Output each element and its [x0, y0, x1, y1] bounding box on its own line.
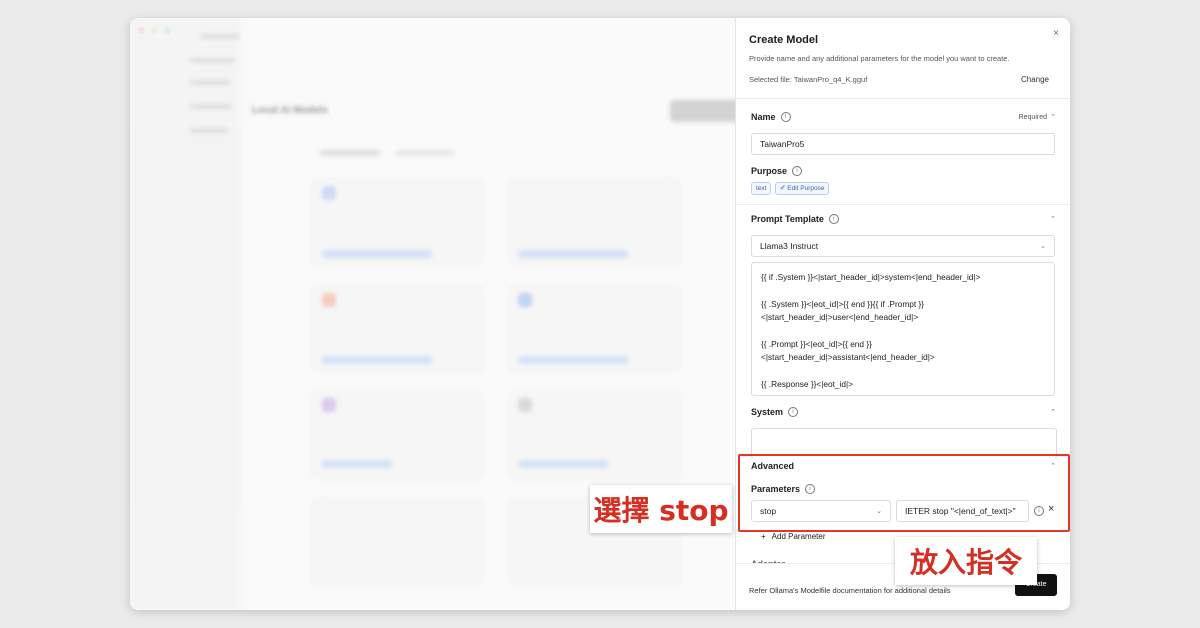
info-icon[interactable]: i: [788, 407, 799, 417]
plus-icon: +: [761, 532, 766, 541]
name-label: Name i: [751, 112, 791, 122]
selected-file: Selected file: TaiwanPro_q4_K.gguf: [749, 75, 868, 84]
add-parameter-button[interactable]: + Add Parameter: [761, 532, 825, 541]
prompt-template-select[interactable]: Llama3 Instruct ⌄: [751, 235, 1055, 257]
change-button[interactable]: Change: [1021, 75, 1049, 84]
chevron-up-icon[interactable]: ⌃: [1050, 113, 1056, 121]
dialog-title: Create Model: [749, 34, 819, 46]
advanced-highlight-box: [738, 454, 1070, 532]
annotation-select-stop: 選擇 stop: [590, 485, 732, 533]
prompt-template-textarea[interactable]: {{ if .System }}<|start_header_id|>syste…: [751, 262, 1055, 396]
name-input[interactable]: TaiwanPro5: [751, 133, 1055, 155]
chevron-up-icon[interactable]: ⌃: [1050, 215, 1056, 223]
bg-add-button: [670, 100, 740, 122]
close-icon[interactable]: ×: [1053, 28, 1059, 39]
info-icon[interactable]: i: [780, 112, 791, 122]
page-title: Local AI Models: [252, 105, 328, 116]
sidebar: [130, 18, 240, 610]
add-parameter-label: Add Parameter: [771, 532, 826, 541]
prompt-template-label: Prompt Template i: [751, 214, 839, 224]
prompt-template-value: Llama3 Instruct: [760, 241, 819, 251]
purpose-label: Purpose i: [751, 166, 803, 176]
info-icon[interactable]: i: [828, 214, 839, 224]
chevron-up-icon[interactable]: ⌃: [1050, 408, 1056, 416]
system-label: System i: [751, 407, 799, 417]
chevron-down-icon: ⌄: [1040, 243, 1046, 250]
annotation-insert-command: 放入指令: [895, 537, 1037, 585]
dialog-description: Provide name and any additional paramete…: [749, 54, 1010, 63]
required-badge: Required: [1018, 114, 1047, 121]
modelfile-note[interactable]: Refer Ollama's Modelfile documentation f…: [749, 586, 951, 595]
info-icon[interactable]: i: [792, 166, 803, 176]
edit-purpose-button[interactable]: ✐ Edit Purpose: [775, 182, 830, 195]
purpose-tag: text: [751, 182, 772, 195]
